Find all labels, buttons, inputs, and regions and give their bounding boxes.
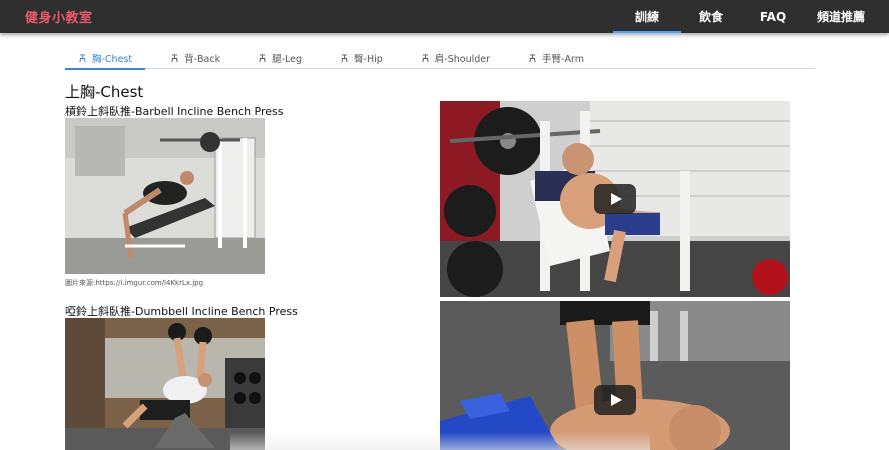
tab-label: 肩-Shoulder	[434, 54, 491, 65]
dumbbell-icon	[341, 53, 348, 62]
video-dumbbell-incline[interactable]	[440, 301, 790, 450]
dumbbell-icon	[259, 53, 266, 62]
exercise-title: 槓鈴上斜臥推-Barbell Incline Bench Press	[65, 105, 284, 118]
play-icon[interactable]	[594, 385, 636, 415]
exercise-photo-barbell-incline	[65, 118, 265, 274]
dumbbell-icon	[422, 53, 429, 62]
dumbbell-icon	[171, 53, 178, 62]
tab-arm[interactable]: 手臂-Arm	[515, 47, 597, 69]
tab-label: 背-Back	[184, 54, 221, 65]
tab-label: 胸-Chest	[92, 54, 133, 65]
tab-label: 手臂-Arm	[542, 54, 584, 65]
exercise-title: 啞鈴上斜臥推-Dumbbell Incline Bench Press	[65, 305, 298, 318]
top-navbar: 健身小教室 訓練 飲食 FAQ 頻道推薦	[0, 0, 889, 33]
video-barbell-incline[interactable]	[440, 101, 790, 297]
dumbbell-icon	[529, 53, 536, 62]
nav-item-training[interactable]: 訓練	[613, 0, 681, 33]
main-nav: 訓練 飲食 FAQ 頻道推薦	[613, 0, 889, 33]
tab-chest[interactable]: 胸-Chest	[65, 47, 146, 70]
nav-item-faq[interactable]: FAQ	[741, 0, 805, 33]
tab-label: 腿-Leg	[272, 54, 303, 65]
image-source-caption: 圖片來源:https://i.imgur.com/l4KkrLx.jpg	[65, 279, 204, 287]
nav-item-channels[interactable]: 頻道推薦	[805, 0, 877, 33]
body-part-tabs: 胸-Chest 背-Back 腿-Leg 臀-Hip 肩-Shoulder 手臂…	[65, 47, 815, 70]
brand-logo[interactable]: 健身小教室	[25, 7, 93, 26]
section-title: 上胸-Chest	[65, 83, 144, 101]
tab-label: 臀-Hip	[354, 54, 383, 65]
play-icon[interactable]	[594, 184, 636, 214]
tab-hip[interactable]: 臀-Hip	[327, 47, 396, 69]
nav-item-diet[interactable]: 飲食	[681, 0, 741, 33]
exercise-photo-dumbbell-incline	[65, 318, 265, 450]
tab-shoulder[interactable]: 肩-Shoulder	[408, 47, 503, 69]
tab-back[interactable]: 背-Back	[157, 47, 233, 69]
dumbbell-icon	[79, 53, 86, 62]
tab-leg[interactable]: 腿-Leg	[245, 47, 315, 69]
